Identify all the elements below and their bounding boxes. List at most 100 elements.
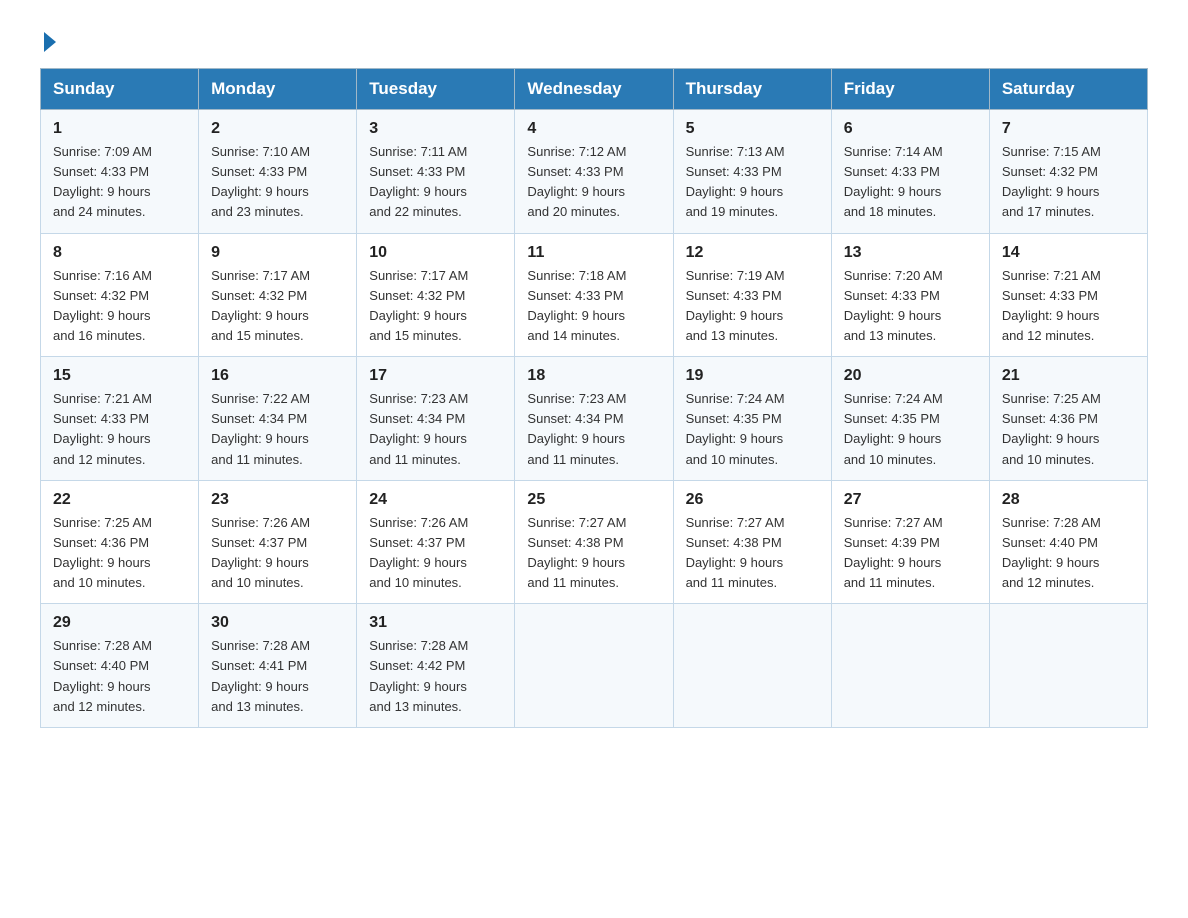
weekday-header-tuesday: Tuesday bbox=[357, 69, 515, 110]
weekday-header-monday: Monday bbox=[199, 69, 357, 110]
calendar-week-row: 1 Sunrise: 7:09 AM Sunset: 4:33 PM Dayli… bbox=[41, 110, 1148, 234]
day-info: Sunrise: 7:23 AM Sunset: 4:34 PM Dayligh… bbox=[527, 389, 660, 470]
day-info: Sunrise: 7:28 AM Sunset: 4:40 PM Dayligh… bbox=[53, 636, 186, 717]
day-info: Sunrise: 7:24 AM Sunset: 4:35 PM Dayligh… bbox=[686, 389, 819, 470]
day-info: Sunrise: 7:17 AM Sunset: 4:32 PM Dayligh… bbox=[211, 266, 344, 347]
day-number: 11 bbox=[527, 244, 660, 262]
day-number: 31 bbox=[369, 614, 502, 632]
day-number: 22 bbox=[53, 491, 186, 509]
day-number: 2 bbox=[211, 120, 344, 138]
calendar-week-row: 29 Sunrise: 7:28 AM Sunset: 4:40 PM Dayl… bbox=[41, 604, 1148, 728]
day-number: 14 bbox=[1002, 244, 1135, 262]
day-number: 24 bbox=[369, 491, 502, 509]
day-info: Sunrise: 7:21 AM Sunset: 4:33 PM Dayligh… bbox=[53, 389, 186, 470]
calendar-day-cell: 10 Sunrise: 7:17 AM Sunset: 4:32 PM Dayl… bbox=[357, 233, 515, 357]
day-info: Sunrise: 7:20 AM Sunset: 4:33 PM Dayligh… bbox=[844, 266, 977, 347]
calendar-day-cell: 7 Sunrise: 7:15 AM Sunset: 4:32 PM Dayli… bbox=[989, 110, 1147, 234]
weekday-header-friday: Friday bbox=[831, 69, 989, 110]
calendar-day-cell: 18 Sunrise: 7:23 AM Sunset: 4:34 PM Dayl… bbox=[515, 357, 673, 481]
day-number: 12 bbox=[686, 244, 819, 262]
weekday-header-saturday: Saturday bbox=[989, 69, 1147, 110]
day-number: 27 bbox=[844, 491, 977, 509]
calendar-table: SundayMondayTuesdayWednesdayThursdayFrid… bbox=[40, 68, 1148, 728]
day-number: 25 bbox=[527, 491, 660, 509]
calendar-week-row: 15 Sunrise: 7:21 AM Sunset: 4:33 PM Dayl… bbox=[41, 357, 1148, 481]
day-info: Sunrise: 7:15 AM Sunset: 4:32 PM Dayligh… bbox=[1002, 142, 1135, 223]
calendar-day-cell: 11 Sunrise: 7:18 AM Sunset: 4:33 PM Dayl… bbox=[515, 233, 673, 357]
day-info: Sunrise: 7:10 AM Sunset: 4:33 PM Dayligh… bbox=[211, 142, 344, 223]
day-info: Sunrise: 7:16 AM Sunset: 4:32 PM Dayligh… bbox=[53, 266, 186, 347]
calendar-day-cell: 12 Sunrise: 7:19 AM Sunset: 4:33 PM Dayl… bbox=[673, 233, 831, 357]
calendar-day-cell: 31 Sunrise: 7:28 AM Sunset: 4:42 PM Dayl… bbox=[357, 604, 515, 728]
calendar-week-row: 8 Sunrise: 7:16 AM Sunset: 4:32 PM Dayli… bbox=[41, 233, 1148, 357]
day-number: 16 bbox=[211, 367, 344, 385]
weekday-header-sunday: Sunday bbox=[41, 69, 199, 110]
calendar-day-cell: 20 Sunrise: 7:24 AM Sunset: 4:35 PM Dayl… bbox=[831, 357, 989, 481]
calendar-day-cell: 23 Sunrise: 7:26 AM Sunset: 4:37 PM Dayl… bbox=[199, 480, 357, 604]
day-number: 13 bbox=[844, 244, 977, 262]
day-info: Sunrise: 7:26 AM Sunset: 4:37 PM Dayligh… bbox=[211, 513, 344, 594]
calendar-day-cell: 16 Sunrise: 7:22 AM Sunset: 4:34 PM Dayl… bbox=[199, 357, 357, 481]
page-header bbox=[40, 30, 1148, 48]
calendar-day-cell: 30 Sunrise: 7:28 AM Sunset: 4:41 PM Dayl… bbox=[199, 604, 357, 728]
calendar-day-cell: 24 Sunrise: 7:26 AM Sunset: 4:37 PM Dayl… bbox=[357, 480, 515, 604]
calendar-day-cell bbox=[673, 604, 831, 728]
calendar-day-cell bbox=[515, 604, 673, 728]
day-info: Sunrise: 7:19 AM Sunset: 4:33 PM Dayligh… bbox=[686, 266, 819, 347]
day-info: Sunrise: 7:22 AM Sunset: 4:34 PM Dayligh… bbox=[211, 389, 344, 470]
calendar-day-cell: 22 Sunrise: 7:25 AM Sunset: 4:36 PM Dayl… bbox=[41, 480, 199, 604]
day-info: Sunrise: 7:24 AM Sunset: 4:35 PM Dayligh… bbox=[844, 389, 977, 470]
day-info: Sunrise: 7:14 AM Sunset: 4:33 PM Dayligh… bbox=[844, 142, 977, 223]
calendar-day-cell: 13 Sunrise: 7:20 AM Sunset: 4:33 PM Dayl… bbox=[831, 233, 989, 357]
calendar-day-cell bbox=[989, 604, 1147, 728]
day-info: Sunrise: 7:17 AM Sunset: 4:32 PM Dayligh… bbox=[369, 266, 502, 347]
calendar-day-cell: 26 Sunrise: 7:27 AM Sunset: 4:38 PM Dayl… bbox=[673, 480, 831, 604]
calendar-day-cell: 8 Sunrise: 7:16 AM Sunset: 4:32 PM Dayli… bbox=[41, 233, 199, 357]
calendar-day-cell: 28 Sunrise: 7:28 AM Sunset: 4:40 PM Dayl… bbox=[989, 480, 1147, 604]
day-number: 1 bbox=[53, 120, 186, 138]
day-info: Sunrise: 7:28 AM Sunset: 4:41 PM Dayligh… bbox=[211, 636, 344, 717]
calendar-week-row: 22 Sunrise: 7:25 AM Sunset: 4:36 PM Dayl… bbox=[41, 480, 1148, 604]
calendar-day-cell: 2 Sunrise: 7:10 AM Sunset: 4:33 PM Dayli… bbox=[199, 110, 357, 234]
day-number: 26 bbox=[686, 491, 819, 509]
day-number: 6 bbox=[844, 120, 977, 138]
day-info: Sunrise: 7:12 AM Sunset: 4:33 PM Dayligh… bbox=[527, 142, 660, 223]
day-number: 7 bbox=[1002, 120, 1135, 138]
day-number: 3 bbox=[369, 120, 502, 138]
day-info: Sunrise: 7:13 AM Sunset: 4:33 PM Dayligh… bbox=[686, 142, 819, 223]
calendar-day-cell: 4 Sunrise: 7:12 AM Sunset: 4:33 PM Dayli… bbox=[515, 110, 673, 234]
day-number: 8 bbox=[53, 244, 186, 262]
day-info: Sunrise: 7:23 AM Sunset: 4:34 PM Dayligh… bbox=[369, 389, 502, 470]
day-number: 19 bbox=[686, 367, 819, 385]
day-info: Sunrise: 7:25 AM Sunset: 4:36 PM Dayligh… bbox=[1002, 389, 1135, 470]
day-info: Sunrise: 7:28 AM Sunset: 4:42 PM Dayligh… bbox=[369, 636, 502, 717]
day-number: 20 bbox=[844, 367, 977, 385]
calendar-day-cell: 21 Sunrise: 7:25 AM Sunset: 4:36 PM Dayl… bbox=[989, 357, 1147, 481]
day-number: 21 bbox=[1002, 367, 1135, 385]
day-number: 15 bbox=[53, 367, 186, 385]
day-info: Sunrise: 7:21 AM Sunset: 4:33 PM Dayligh… bbox=[1002, 266, 1135, 347]
day-number: 23 bbox=[211, 491, 344, 509]
day-info: Sunrise: 7:09 AM Sunset: 4:33 PM Dayligh… bbox=[53, 142, 186, 223]
weekday-header-wednesday: Wednesday bbox=[515, 69, 673, 110]
calendar-day-cell: 6 Sunrise: 7:14 AM Sunset: 4:33 PM Dayli… bbox=[831, 110, 989, 234]
weekday-header-row: SundayMondayTuesdayWednesdayThursdayFrid… bbox=[41, 69, 1148, 110]
calendar-day-cell: 3 Sunrise: 7:11 AM Sunset: 4:33 PM Dayli… bbox=[357, 110, 515, 234]
day-info: Sunrise: 7:25 AM Sunset: 4:36 PM Dayligh… bbox=[53, 513, 186, 594]
day-info: Sunrise: 7:27 AM Sunset: 4:39 PM Dayligh… bbox=[844, 513, 977, 594]
day-number: 30 bbox=[211, 614, 344, 632]
calendar-day-cell: 27 Sunrise: 7:27 AM Sunset: 4:39 PM Dayl… bbox=[831, 480, 989, 604]
calendar-day-cell: 9 Sunrise: 7:17 AM Sunset: 4:32 PM Dayli… bbox=[199, 233, 357, 357]
calendar-day-cell: 25 Sunrise: 7:27 AM Sunset: 4:38 PM Dayl… bbox=[515, 480, 673, 604]
calendar-day-cell: 15 Sunrise: 7:21 AM Sunset: 4:33 PM Dayl… bbox=[41, 357, 199, 481]
calendar-day-cell: 5 Sunrise: 7:13 AM Sunset: 4:33 PM Dayli… bbox=[673, 110, 831, 234]
calendar-day-cell: 17 Sunrise: 7:23 AM Sunset: 4:34 PM Dayl… bbox=[357, 357, 515, 481]
day-info: Sunrise: 7:11 AM Sunset: 4:33 PM Dayligh… bbox=[369, 142, 502, 223]
day-number: 29 bbox=[53, 614, 186, 632]
day-number: 5 bbox=[686, 120, 819, 138]
logo-arrow-icon bbox=[44, 32, 56, 52]
weekday-header-thursday: Thursday bbox=[673, 69, 831, 110]
calendar-day-cell: 29 Sunrise: 7:28 AM Sunset: 4:40 PM Dayl… bbox=[41, 604, 199, 728]
day-info: Sunrise: 7:18 AM Sunset: 4:33 PM Dayligh… bbox=[527, 266, 660, 347]
calendar-day-cell: 14 Sunrise: 7:21 AM Sunset: 4:33 PM Dayl… bbox=[989, 233, 1147, 357]
